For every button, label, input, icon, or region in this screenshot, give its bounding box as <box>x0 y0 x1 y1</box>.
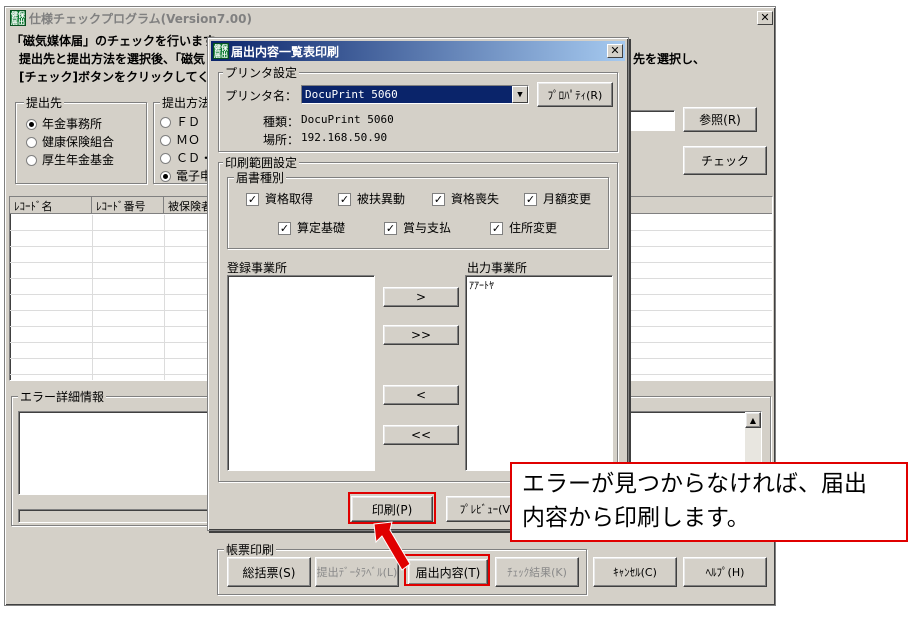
move-all-right-button[interactable]: >> <box>383 325 459 345</box>
summary-sheet-button[interactable]: 総括票(S) <box>227 557 311 587</box>
submit-to-group: 提出先 年金事務所 健康保険組合 厚生年金基金 <box>15 94 147 184</box>
checkmark-icon: ✓ <box>278 222 291 235</box>
file-path-input[interactable] <box>627 110 675 131</box>
checkbox-dependent-change[interactable]: ✓ 被扶異動 <box>338 190 405 207</box>
radio-icon <box>26 155 37 166</box>
close-icon: ✕ <box>760 11 770 24</box>
list-item[interactable]: ｱｱｰﾄﾔ <box>469 277 494 292</box>
radio-icon <box>160 117 171 128</box>
checkbox-qualification-lost[interactable]: ✓ 資格喪失 <box>432 190 499 207</box>
radio-cd[interactable]: ＣＤ・ <box>160 149 212 166</box>
dialog-title: 届出内容一覧表印刷 <box>231 44 340 59</box>
checkmark-icon: ✓ <box>384 222 397 235</box>
radio-health-insurance[interactable]: 健康保険組合 <box>26 133 114 150</box>
check-button[interactable]: チェック <box>683 146 767 175</box>
move-right-button[interactable]: > <box>383 287 459 307</box>
printer-type-value: DocuPrint 5060 <box>301 113 394 126</box>
printer-name-label: プリンタ名： <box>225 89 298 103</box>
properties-button[interactable]: ﾌﾟﾛﾊﾟﾃｨ(R) <box>537 82 613 107</box>
printer-location-label: 場所： <box>263 133 300 147</box>
radio-electronic[interactable]: 電子申 <box>160 167 212 184</box>
check-result-button[interactable]: ﾁｪｯｸ結果(K) <box>495 557 579 587</box>
printer-type-label: 種類： <box>263 115 300 129</box>
checkbox-calculation-base[interactable]: ✓ 算定基礎 <box>278 219 345 236</box>
checkbox-monthly-change[interactable]: ✓ 月額変更 <box>524 190 591 207</box>
method-label: 提出方法 <box>160 94 212 111</box>
printer-settings-label: プリンタ設定 <box>223 64 300 81</box>
move-left-button[interactable]: < <box>383 385 459 405</box>
form-types-group: 届書種別 ✓ 資格取得 ✓ 被扶異動 ✓ 資格喪失 ✓ 月額変更 ✓ 算定基礎 ✓ 賞与支払… <box>227 169 609 249</box>
printer-location-value: 192.168.50.90 <box>301 131 388 144</box>
print-dialog: 健保 届出 届出内容一覧表印刷 ✕ プリンタ設定 プリンタ名： DocuPrin… <box>207 37 629 531</box>
printer-name-select[interactable]: DocuPrint 5060 ▼ <box>301 85 529 104</box>
radio-pension-fund[interactable]: 厚生年金基金 <box>26 151 114 168</box>
intro-line-2-right: 先を選択し、 <box>633 52 706 66</box>
registered-offices-label: 登録事業所 <box>227 261 288 275</box>
intro-line-3: [チェック]ボタンをクリックしてくださ <box>19 70 234 84</box>
callout-line-1: エラーが見つからなければ、届出 <box>522 471 867 497</box>
checkbox-address-change[interactable]: ✓ 住所変更 <box>490 219 557 236</box>
printer-settings-group: プリンタ設定 プリンタ名： DocuPrint 5060 ▼ ﾌﾟﾛﾊﾟﾃｨ(R… <box>218 64 618 152</box>
help-button[interactable]: ﾍﾙﾌﾟ(H) <box>683 557 767 587</box>
callout-line-2: 内容から印刷します。 <box>522 505 750 531</box>
submit-to-label: 提出先 <box>24 94 65 111</box>
annotation-callout: エラーが見つからなければ、届出 内容から印刷します。 <box>510 462 908 542</box>
radio-icon <box>160 153 171 164</box>
dialog-app-icon: 健保 届出 <box>213 43 229 59</box>
report-print-label: 帳票印刷 <box>224 541 277 558</box>
cancel-button[interactable]: ｷｬﾝｾﾙ(C) <box>593 557 677 587</box>
app-icon: 健保 届出 <box>10 10 26 26</box>
checkmark-icon: ✓ <box>490 222 503 235</box>
radio-selected-icon <box>26 119 37 130</box>
annotation-arrow <box>373 521 411 571</box>
checkbox-bonus-payment[interactable]: ✓ 賞与支払 <box>384 219 451 236</box>
column-header-record-number[interactable]: ﾚｺｰﾄﾞ番号 <box>92 197 164 214</box>
checkbox-qualification-acquired[interactable]: ✓ 資格取得 <box>246 190 313 207</box>
checkmark-icon: ✓ <box>432 193 445 206</box>
main-close-button[interactable]: ✕ <box>757 11 773 25</box>
error-detail-label: エラー詳細情報 <box>18 388 107 405</box>
radio-fd[interactable]: ＦＤ <box>160 113 200 130</box>
main-title-bar: 健保 届出 仕様チェックプログラム(Version7.00) <box>7 9 773 28</box>
print-range-group: 印刷範囲設定 届書種別 ✓ 資格取得 ✓ 被扶異動 ✓ 資格喪失 ✓ 月額変更 ✓ 算定基… <box>218 154 618 482</box>
radio-selected-icon <box>160 171 171 182</box>
checkmark-icon: ✓ <box>246 193 259 206</box>
output-offices-label: 出力事業所 <box>467 261 528 275</box>
intro-line-2: 提出先と提出方法を選択後、「磁気 <box>19 52 206 66</box>
dialog-close-button[interactable]: ✕ <box>607 44 623 58</box>
registered-offices-list[interactable] <box>227 275 375 471</box>
close-icon: ✕ <box>610 44 620 57</box>
main-window-title: 仕様チェックプログラム(Version7.00) <box>29 12 252 26</box>
checkmark-icon: ✓ <box>524 193 537 206</box>
method-group: 提出方法 ＦＤ ＭＯ ＣＤ・ 電子申 <box>153 94 213 184</box>
browse-button[interactable]: 参照(R) <box>683 107 757 132</box>
radio-icon <box>160 135 171 146</box>
checkmark-icon: ✓ <box>338 193 351 206</box>
chevron-down-icon[interactable]: ▼ <box>512 86 528 103</box>
scroll-up-icon[interactable]: ▲ <box>745 412 761 428</box>
output-offices-list[interactable]: ｱｱｰﾄﾔ <box>465 275 613 471</box>
radio-icon <box>26 137 37 148</box>
dialog-title-bar: 健保 届出 届出内容一覧表印刷 <box>211 41 625 61</box>
intro-line-1: 「磁気媒体届」のチェックを行います <box>11 34 216 48</box>
form-types-label: 届書種別 <box>234 169 287 186</box>
radio-pension-office[interactable]: 年金事務所 <box>26 115 102 132</box>
move-all-left-button[interactable]: << <box>383 425 459 445</box>
radio-mo[interactable]: ＭＯ <box>160 131 200 148</box>
column-header-record-name[interactable]: ﾚｺｰﾄﾞ名 <box>10 197 92 214</box>
